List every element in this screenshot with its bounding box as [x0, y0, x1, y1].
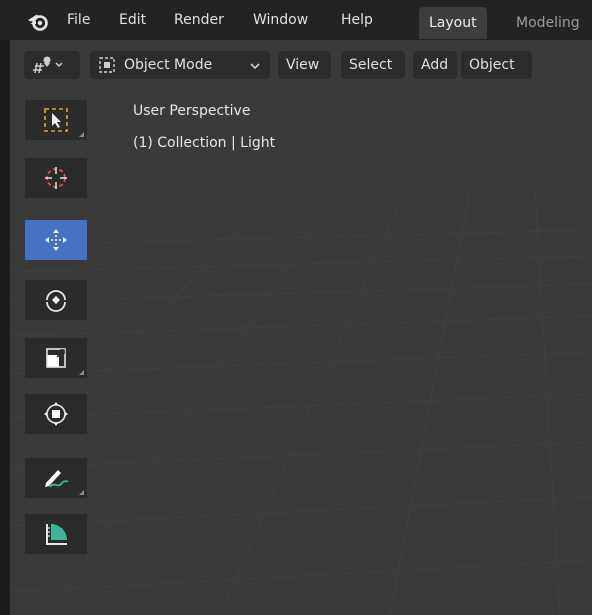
- top-menubar: File Edit Render Window Help Layout Mode…: [0, 0, 592, 40]
- tab-modeling[interactable]: Modeling: [506, 7, 590, 39]
- transform-icon: [44, 402, 68, 426]
- annotate-icon: [45, 470, 69, 488]
- rotate-icon: [46, 290, 66, 312]
- menu-render[interactable]: Render: [174, 12, 224, 28]
- tool-cursor[interactable]: [25, 158, 87, 198]
- menu-window[interactable]: Window: [253, 12, 308, 28]
- menu-view[interactable]: View: [278, 51, 331, 79]
- view-name-label: User Perspective: [133, 103, 251, 119]
- blender-logo-icon[interactable]: [27, 12, 49, 32]
- object-gizmo-icon: [33, 56, 63, 74]
- menu-add[interactable]: Add: [413, 51, 457, 79]
- tool-rotate[interactable]: [25, 280, 87, 320]
- tool-annotate[interactable]: [25, 458, 87, 498]
- viewport-header: Object Mode View Select Add Object: [10, 48, 592, 82]
- scale-icon: [46, 348, 66, 368]
- view-options-button[interactable]: [24, 51, 80, 79]
- object-mode-label: Object Mode: [124, 57, 213, 73]
- object-mode-icon: [99, 57, 115, 73]
- menu-file[interactable]: File: [67, 12, 90, 28]
- tool-move[interactable]: [25, 220, 87, 260]
- tool-transform[interactable]: [25, 394, 87, 434]
- move-icon: [45, 229, 67, 251]
- measure-icon: [46, 524, 67, 545]
- menu-select[interactable]: Select: [341, 51, 405, 79]
- 3d-viewport[interactable]: [10, 40, 592, 615]
- chevron-down-icon: [250, 63, 260, 70]
- menu-help[interactable]: Help: [341, 12, 373, 28]
- menu-edit[interactable]: Edit: [119, 12, 146, 28]
- tool-scale[interactable]: [25, 338, 87, 378]
- collection-info-label: (1) Collection | Light: [133, 135, 276, 151]
- cursor-icon: [45, 167, 67, 189]
- tool-measure[interactable]: [25, 514, 87, 554]
- select-box-icon: [44, 108, 68, 132]
- menu-object[interactable]: Object: [461, 51, 532, 79]
- object-mode-dropdown[interactable]: Object Mode: [90, 51, 270, 79]
- tab-layout[interactable]: Layout: [419, 7, 487, 39]
- tool-select-box[interactable]: [25, 100, 87, 140]
- floor-grid: [10, 189, 592, 615]
